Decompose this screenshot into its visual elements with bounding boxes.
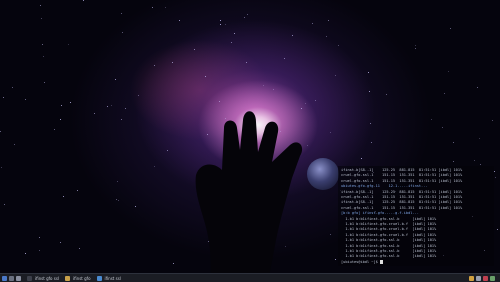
terminal-line: 1.b1 b:b1ifinst-gfo-ssl.b [ibdl] 101% — [341, 216, 437, 221]
desktop: ifinst-b[S8..1] 125.25 881.815 81:51:51 … — [0, 0, 500, 282]
start-menu-icon[interactable] — [2, 276, 7, 281]
terminal-line: 1.b1 b:b1ifinst-gfo-ssl.b [ibdl] 101% — [341, 238, 437, 243]
taskbar-task[interactable]: ifinst gfo — [63, 276, 91, 281]
terminal-line: ubiutes-gfo-gfg.11 12.1.....ifinst... — [341, 184, 428, 189]
taskbar-task-label: ifinst ssl — [104, 276, 121, 281]
volume-icon[interactable] — [476, 276, 481, 281]
terminal-line: 1.b1 b:b1ifinst-gfo-cruel-b.f [ibdl] 101… — [341, 227, 437, 232]
terminal-line: 1.b1 b:b1ifinst-gfo-ssl.b [ibdl] 101% — [341, 243, 437, 248]
terminal-line: ifinst-b[S8..1] 125.25 881.815 81:51:51 … — [341, 168, 463, 172]
taskbar-task-label: ifinst gfo ssl — [35, 276, 60, 281]
terminal-line: [ubiutes@ibdl ~]$ — [341, 259, 383, 265]
terminal-line: cruel-gfo-ssl.1 151.15 151.351 81:51:51 … — [341, 205, 463, 210]
terminal-line: 1.b1 b:b1ifinst-gfo-ssl.b [ibdl] 101% — [341, 249, 437, 253]
planet — [307, 158, 339, 190]
system-tray — [467, 275, 498, 282]
network-icon[interactable] — [469, 276, 474, 281]
terminal-line: ifinst-b[S8..1] 125.25 881.815 81:51:51 … — [341, 200, 463, 205]
task-list: ifinst gfo ssl ifinst gfo ifinst ssl — [21, 276, 121, 281]
desktop-icon[interactable] — [9, 276, 14, 281]
taskbar: ifinst gfo ssl ifinst gfo ifinst ssl — [0, 273, 500, 282]
taskbar-task[interactable]: ifinst ssl — [95, 276, 121, 281]
flag-icon[interactable] — [483, 276, 488, 281]
terminal-line: cruel-gfo-ssl.1 151.15 151.351 81:51:51 … — [341, 195, 463, 199]
terminal-window[interactable]: ifinst-b[S8..1] 125.25 881.815 81:51:51 … — [338, 166, 494, 266]
terminal-line: 1.b1 b:b1ifinst-gfo-ssl.b [ibdl] 101% — [341, 254, 437, 259]
battery-icon[interactable] — [490, 276, 495, 281]
taskbar-task[interactable]: ifinst gfo ssl — [25, 276, 59, 281]
terminal-line: [b:b gfo] ifinst-gfo.....g.f.ibdl... — [341, 211, 419, 216]
browser-icon — [96, 276, 102, 281]
terminal-line: cruel-gfo-ssl.1 151.15 151.351 81:51:51 … — [341, 173, 463, 178]
terminal-line: 1.b1 b:b1ifinst-gfo-cruel-b.f [ibdl] 101… — [341, 232, 437, 237]
terminal-icon — [27, 276, 32, 281]
terminal-cursor — [379, 259, 383, 264]
terminal-line: 1.b1 b:b1ifinst-gfo-cruel-b.f [ibdl] 101… — [341, 222, 437, 226]
taskbar-task-label: ifinst gfo — [73, 276, 91, 281]
folder-icon — [65, 276, 71, 281]
terminal-line: cruel-gfo-ssl.1 151.15 151.351 81:51:51 … — [341, 178, 463, 183]
terminal-line: ifinst-b[S8..1] 125.25 881.815 81:51:51 … — [341, 189, 463, 194]
